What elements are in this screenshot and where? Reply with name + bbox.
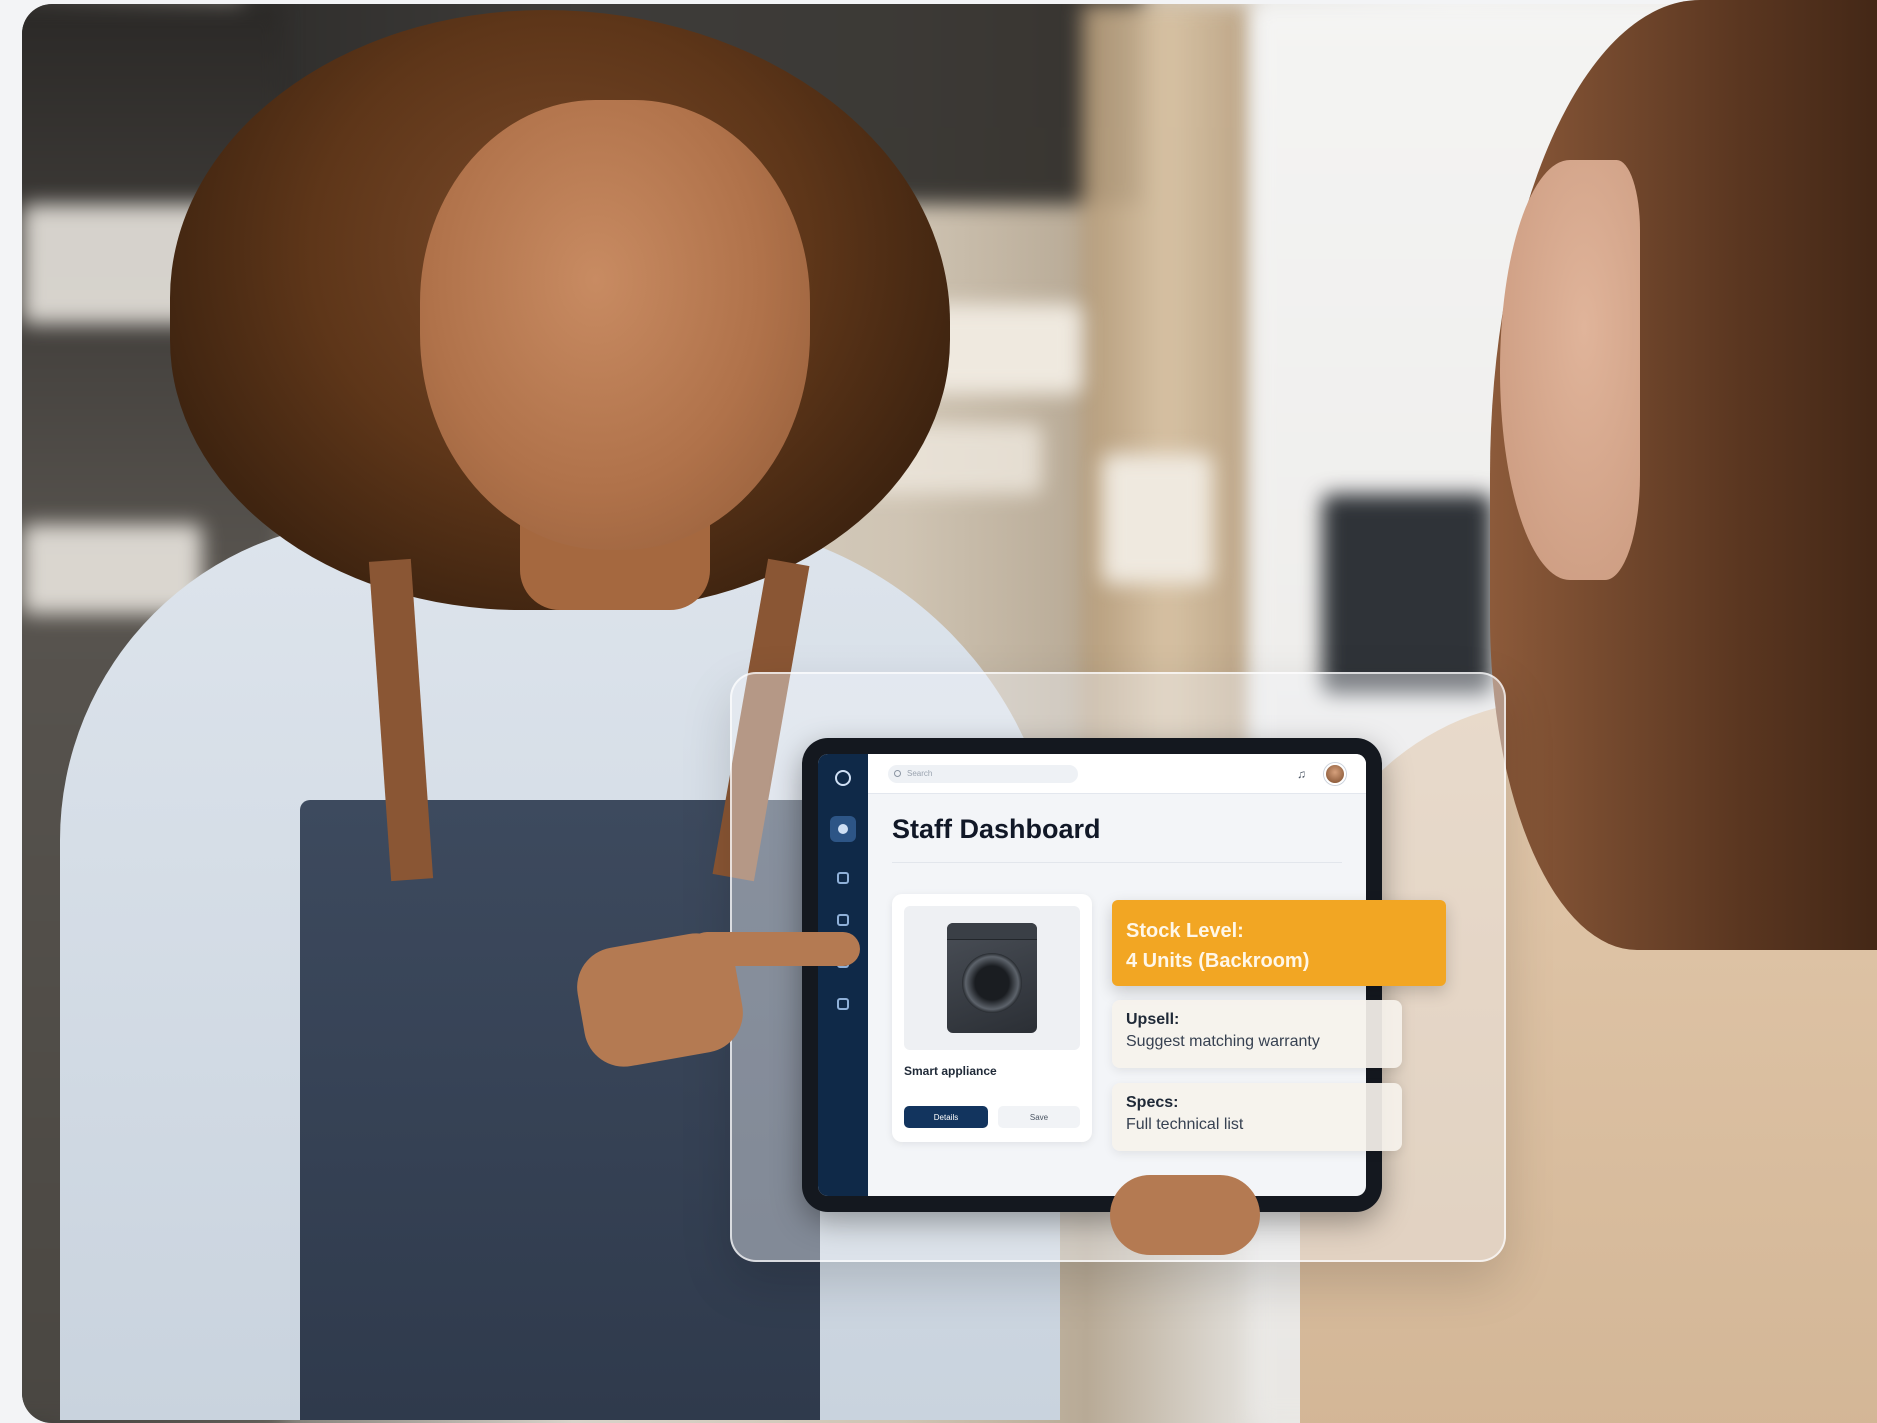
tag-icon[interactable] — [837, 914, 849, 926]
upsell-text: Suggest matching warranty — [1126, 1033, 1320, 1050]
box-icon[interactable] — [837, 872, 849, 884]
page-title: Staff Dashboard — [892, 814, 1101, 844]
stock-line-1: Stock Level: — [1126, 920, 1244, 942]
sidebar — [818, 754, 868, 1196]
upsell-notice[interactable]: Upsell: Suggest matching warranty — [1112, 1000, 1402, 1068]
top-bar: Search ♫ — [868, 754, 1366, 794]
specs-notice[interactable]: Specs: Full technical list — [1112, 1083, 1402, 1151]
upsell-heading: Upsell: — [1126, 1011, 1180, 1028]
pointing-finger — [690, 932, 860, 966]
store-pillar — [1082, 4, 1252, 784]
store-appliance — [1322, 494, 1492, 694]
specs-text: Full technical list — [1126, 1116, 1244, 1133]
product-name: Smart appliance — [904, 1064, 997, 1078]
product-image — [904, 906, 1080, 1050]
settings-icon[interactable] — [837, 998, 849, 1010]
logo-icon — [835, 770, 851, 786]
washing-machine-icon — [947, 923, 1037, 1033]
holding-hand — [1110, 1175, 1260, 1255]
product-card[interactable]: Smart appliance Details Save — [892, 894, 1092, 1142]
stock-line-2: 4 Units (Backroom) — [1126, 950, 1310, 972]
avatar[interactable] — [1324, 762, 1346, 785]
details-button[interactable]: Details — [904, 1106, 988, 1128]
bell-icon[interactable]: ♫ — [1297, 767, 1306, 781]
store-product — [1102, 454, 1212, 584]
divider — [892, 862, 1342, 863]
customer-face — [1500, 160, 1640, 580]
specs-heading: Specs: — [1126, 1094, 1179, 1111]
stock-level-notice[interactable]: Stock Level: 4 Units (Backroom) — [1112, 900, 1446, 986]
save-button[interactable]: Save — [998, 1106, 1080, 1128]
sidebar-item-dashboard[interactable] — [830, 816, 856, 842]
search-icon — [894, 770, 901, 777]
search-input[interactable]: Search — [888, 764, 1078, 783]
search-placeholder: Search — [907, 769, 933, 778]
staff-face — [420, 100, 810, 550]
